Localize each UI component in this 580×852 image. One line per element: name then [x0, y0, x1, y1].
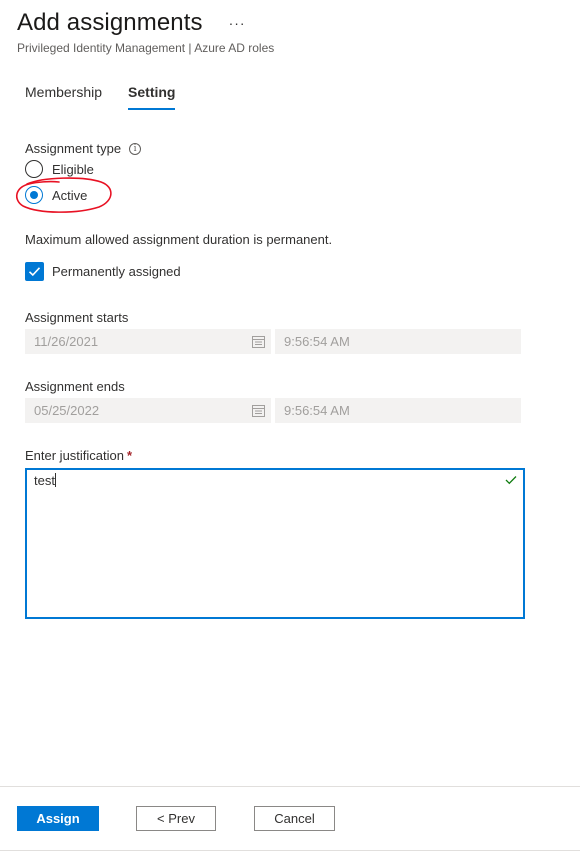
assignment-type-header: Assignment type i: [25, 141, 142, 157]
assignment-starts-date: 11/26/2021: [25, 329, 271, 354]
tab-bar: Membership Setting: [25, 84, 201, 110]
assignment-starts-time: 9:56:54 AM: [275, 329, 521, 354]
tab-membership[interactable]: Membership: [25, 84, 102, 110]
assignment-type-label: Assignment type: [25, 141, 122, 156]
assignment-ends-date: 05/25/2022: [25, 398, 271, 423]
assign-button[interactable]: Assign: [17, 806, 99, 831]
assignment-ends-date-value: 05/25/2022: [34, 403, 100, 418]
radio-active[interactable]: Active: [25, 186, 87, 204]
bottom-divider: [0, 850, 580, 851]
footer-divider: [0, 786, 580, 787]
page-header: Add assignments ··· Privileged Identity …: [17, 8, 274, 55]
radio-eligible-circle[interactable]: [25, 160, 43, 178]
justification-label: Enter justification: [25, 448, 124, 463]
prev-button[interactable]: < Prev: [136, 806, 216, 831]
calendar-icon: [252, 405, 265, 417]
assignment-starts-label: Assignment starts: [25, 310, 129, 325]
page-subtitle: Privileged Identity Management | Azure A…: [17, 41, 275, 55]
assignment-starts-time-value: 9:56:54 AM: [284, 334, 350, 349]
page-title: Add assignments: [17, 9, 203, 36]
assignment-ends-label: Assignment ends: [25, 379, 125, 394]
checkbox-checked-icon[interactable]: [25, 262, 44, 281]
cancel-button[interactable]: Cancel: [254, 806, 335, 831]
checkmark-icon: [505, 476, 517, 485]
justification-value: test: [34, 473, 55, 488]
info-icon[interactable]: i: [129, 143, 142, 155]
radio-eligible-label: Eligible: [52, 161, 94, 177]
text-caret: [54, 473, 56, 487]
assignment-starts-date-value: 11/26/2021: [34, 334, 99, 349]
more-options-button[interactable]: ···: [229, 8, 246, 38]
required-marker: *: [127, 448, 133, 463]
assignment-ends-time-value: 9:56:54 AM: [284, 403, 350, 418]
justification-textarea[interactable]: test: [25, 468, 525, 619]
justification-label-row: Enter justification *: [25, 448, 132, 463]
permanently-assigned-checkbox[interactable]: Permanently assigned: [25, 262, 181, 281]
permanently-assigned-label: Permanently assigned: [52, 264, 181, 279]
assignment-ends-time: 9:56:54 AM: [275, 398, 521, 423]
radio-active-circle[interactable]: [25, 186, 43, 204]
title-row: Add assignments ···: [17, 8, 274, 38]
calendar-icon: [252, 336, 265, 348]
tab-setting[interactable]: Setting: [128, 84, 176, 110]
radio-active-label: Active: [52, 187, 88, 203]
radio-eligible[interactable]: Eligible: [25, 160, 94, 178]
duration-note: Maximum allowed assignment duration is p…: [25, 232, 333, 247]
